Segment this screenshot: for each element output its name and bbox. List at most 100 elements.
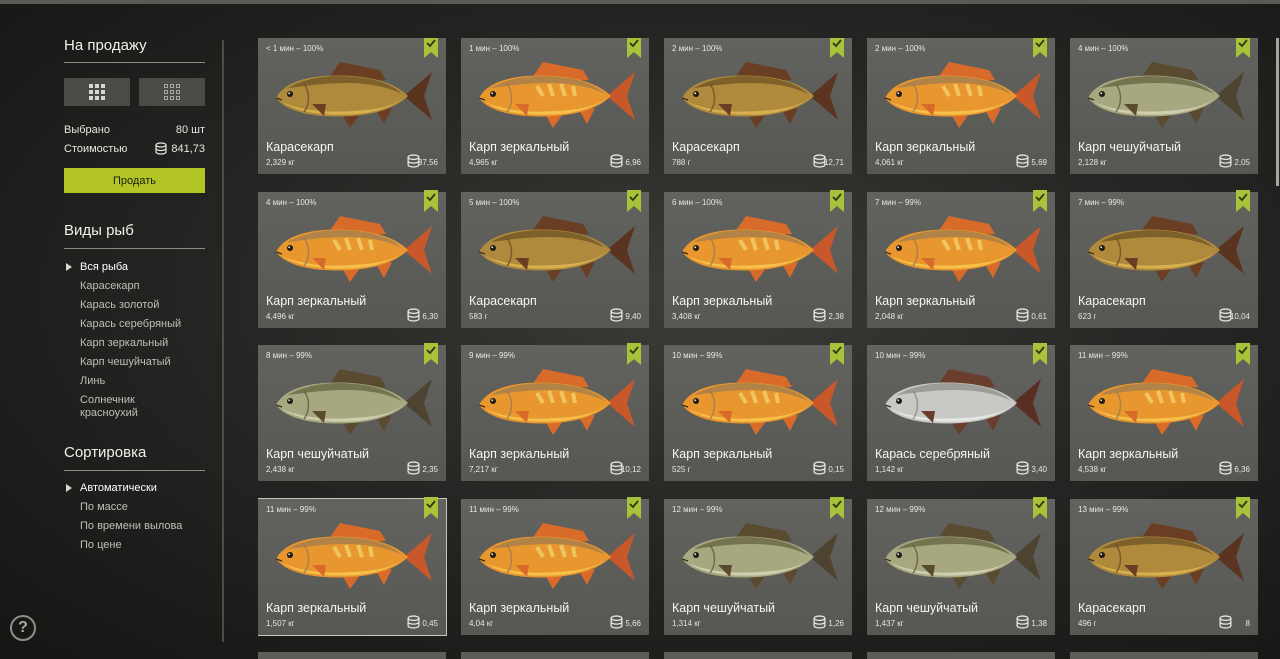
mirror-carp-fish-icon: [1087, 369, 1244, 435]
crucian-carp-fish-icon: [478, 216, 635, 282]
small-grid-view-button[interactable]: [139, 78, 205, 106]
large-grid-view-button[interactable]: [64, 78, 130, 106]
catch-time: 6 мин – 100%: [672, 198, 723, 207]
fish-card[interactable]: 11 мин – 99% Карп зеркальный 4,538 кг 6,36: [1070, 343, 1258, 481]
fish-card[interactable]: 12 мин – 99% Карп чешуйчатый 1,314 кг 1,26: [664, 497, 852, 635]
sort-option-item[interactable]: По цене: [80, 539, 122, 552]
fish-card-partial[interactable]: [1070, 652, 1258, 659]
crucian-carp-fish-icon: [1087, 523, 1244, 589]
crucian-carp-fish-icon: [681, 62, 838, 128]
grid-small-icon: [164, 84, 180, 100]
caught-bookmark-icon: [1033, 190, 1047, 212]
fish-price: 0,61: [1031, 312, 1047, 321]
fish-card[interactable]: 13 мин – 99% Карасекарп 496 г 8: [1070, 497, 1258, 635]
fish-card[interactable]: 9 мин – 99% Карп зеркальный 7,217 кг 10,12: [461, 343, 649, 481]
fish-name: Карп зеркальный: [469, 601, 570, 615]
mirror-carp-fish-icon: [681, 369, 838, 435]
sort-option-item[interactable]: Автоматически: [80, 482, 157, 495]
coin-icon: [610, 308, 623, 322]
fish-card[interactable]: 11 мин – 99% Карп зеркальный 4,04 кг 5,66: [461, 497, 649, 635]
fish-weight: 2,329 кг: [266, 158, 295, 167]
catch-time: 2 мин – 100%: [672, 44, 723, 53]
caught-bookmark-icon: [1236, 38, 1250, 58]
fish-card[interactable]: 4 мин – 100% Карп зеркальный 4,496 кг 6,30: [258, 190, 446, 328]
caught-bookmark-icon: [424, 190, 438, 212]
fish-weight: 4,04 кг: [469, 619, 494, 628]
fish-type-item[interactable]: Карп зеркальный: [80, 337, 168, 350]
fish-card[interactable]: 7 мин – 99% Карп зеркальный 2,048 кг 0,61: [867, 190, 1055, 328]
fish-card[interactable]: 12 мин – 99% Карп чешуйчатый 1,437 кг 1,38: [867, 497, 1055, 635]
selected-value: 80 шт: [175, 124, 205, 136]
fish-weight: 525 г: [672, 465, 691, 474]
caught-bookmark-icon: [1033, 343, 1047, 365]
catch-time: 7 мин – 99%: [875, 198, 921, 207]
caught-bookmark-icon: [627, 343, 641, 365]
fish-card[interactable]: 10 мин – 99% Карп зеркальный 525 г 0,15: [664, 343, 852, 481]
crucian-carp-fish-icon: [275, 62, 432, 128]
fish-weight: 4,496 кг: [266, 312, 295, 321]
fish-price: 0,45: [422, 619, 438, 628]
fish-price: 12,71: [823, 158, 844, 167]
fish-card-partial[interactable]: [664, 652, 852, 659]
caught-bookmark-icon: [830, 190, 844, 212]
fish-price: 37,56: [417, 158, 438, 167]
fish-card[interactable]: 5 мин – 100% Карасекарп 583 г 9,40: [461, 190, 649, 328]
sort-option-item[interactable]: По массе: [80, 501, 128, 514]
fish-card[interactable]: < 1 мин – 100% Карасекарп 2,329 кг 37,56: [258, 38, 446, 174]
fish-card[interactable]: 6 мин – 100% Карп зеркальный 3,408 кг 2,38: [664, 190, 852, 328]
sort-option-item[interactable]: По времени вылова: [80, 520, 182, 533]
coin-icon: [407, 461, 420, 475]
grid-large-icon: [89, 84, 105, 100]
fish-weight: 623 г: [1078, 312, 1097, 321]
fish-card[interactable]: 1 мин – 100% Карп зеркальный 4,965 кг 6,96: [461, 38, 649, 174]
caught-bookmark-icon: [424, 497, 438, 519]
fish-card[interactable]: 2 мин – 100% Карасекарп 788 г 12,71: [664, 38, 852, 174]
fish-card[interactable]: 7 мин – 99% Карасекарп 623 г 10,04: [1070, 190, 1258, 328]
common-carp-fish-icon: [275, 369, 432, 435]
caught-bookmark-icon: [830, 497, 844, 519]
fish-name: Карп чешуйчатый: [875, 601, 979, 615]
fish-type-item[interactable]: Линь: [80, 375, 105, 388]
sell-button[interactable]: Продать: [64, 168, 205, 193]
catch-time: 11 мин – 99%: [1078, 351, 1128, 360]
fish-type-item[interactable]: Карп чешуйчатый: [80, 356, 171, 369]
fish-name: Карасекарп: [1078, 601, 1146, 615]
coin-icon: [1219, 154, 1232, 168]
fish-type-item[interactable]: Карась золотой: [80, 299, 159, 312]
fish-name: Карп зеркальный: [1078, 447, 1179, 461]
help-button[interactable]: ?: [10, 615, 36, 641]
caught-bookmark-icon: [627, 190, 641, 212]
fish-weight: 4,965 кг: [469, 158, 498, 167]
caught-bookmark-icon: [1236, 497, 1250, 519]
fish-type-item[interactable]: Солнечник красноухий: [80, 394, 180, 420]
vertical-separator: [222, 40, 224, 642]
fish-card[interactable]: 11 мин – 99% Карп зеркальный 1,507 кг 0,45: [258, 497, 447, 636]
catch-time: 8 мин – 99%: [266, 351, 312, 360]
fish-price: 9,40: [625, 312, 641, 321]
fish-price: 5,66: [625, 619, 641, 628]
caught-bookmark-icon: [1033, 497, 1047, 519]
fish-card[interactable]: 2 мин – 100% Карп зеркальный 4,061 кг 5,69: [867, 38, 1055, 174]
scrollbar-thumb[interactable]: [1276, 38, 1279, 186]
common-carp-fish-icon: [681, 523, 838, 589]
fish-type-item[interactable]: Карасекарп: [80, 280, 140, 293]
fish-price: 3,40: [1031, 465, 1047, 474]
mirror-carp-fish-icon: [478, 369, 635, 435]
fish-card[interactable]: 4 мин – 100% Карп чешуйчатый 2,128 кг 2,05: [1070, 38, 1258, 174]
fish-name: Карп зеркальный: [672, 294, 773, 308]
catch-time: 5 мин – 100%: [469, 198, 520, 207]
fish-card[interactable]: 8 мин – 99% Карп чешуйчатый 2,438 кг 2,35: [258, 343, 446, 481]
fish-card-partial[interactable]: [258, 652, 446, 659]
caught-bookmark-icon: [1033, 38, 1047, 58]
fish-weight: 2,438 кг: [266, 465, 295, 474]
fish-type-item[interactable]: Карась серебряный: [80, 318, 181, 331]
fish-price: 6,36: [1234, 465, 1250, 474]
divider: [64, 248, 205, 249]
fish-card-partial[interactable]: [461, 652, 649, 659]
fish-grid: < 1 мин – 100% Карасекарп 2,329 кг 37,56 1 м…: [258, 38, 1260, 659]
fish-price: 6,30: [422, 312, 438, 321]
fish-card-partial[interactable]: [867, 652, 1055, 659]
fish-type-item[interactable]: Вся рыба: [80, 261, 128, 274]
fish-card[interactable]: 10 мин – 99% Карась серебряный 1,142 кг 3,4…: [867, 343, 1055, 481]
fish-name: Карасекарп: [672, 140, 740, 154]
